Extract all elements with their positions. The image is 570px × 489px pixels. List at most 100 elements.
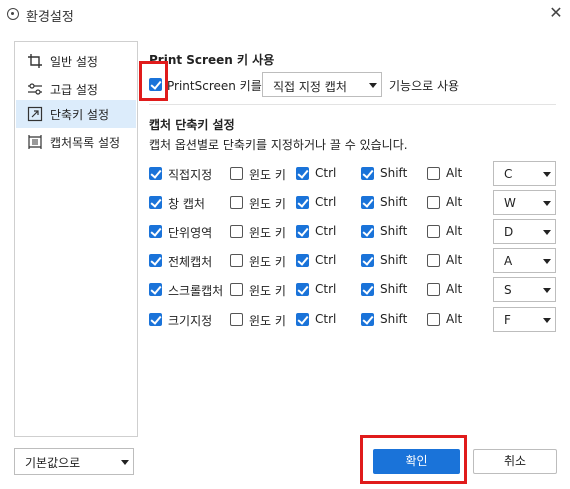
- shift-checkbox[interactable]: [361, 313, 374, 326]
- settings-sidebar: 일반 설정 고급 설정 단축키 설정 캡처목록 설정: [14, 41, 138, 437]
- shortcut-key-dropdown[interactable]: A: [493, 248, 556, 273]
- shift-checkbox[interactable]: [361, 254, 374, 267]
- shortcut-key-dropdown[interactable]: W: [493, 190, 556, 215]
- chevron-down-icon: [543, 230, 551, 235]
- alt-label: Alt: [446, 253, 463, 267]
- ctrl-checkbox[interactable]: [296, 313, 309, 326]
- ctrl-checkbox[interactable]: [296, 283, 309, 296]
- win-key-checkbox[interactable]: [230, 167, 243, 180]
- shortcut-enable-checkbox[interactable]: [149, 196, 162, 209]
- alt-label: Alt: [446, 282, 463, 296]
- win-key-checkbox[interactable]: [230, 196, 243, 209]
- win-key-label: 윈도 키: [249, 284, 286, 298]
- shortcut-key-dropdown[interactable]: D: [493, 219, 556, 244]
- ctrl-label: Ctrl: [315, 195, 337, 209]
- shortcut-enable-checkbox[interactable]: [149, 225, 162, 238]
- alt-checkbox[interactable]: [427, 196, 440, 209]
- chevron-down-icon: [543, 318, 551, 323]
- chevron-down-icon: [543, 201, 551, 206]
- reset-defaults-label: 기본값으로: [25, 456, 81, 470]
- sidebar-item-advanced[interactable]: 고급 설정: [16, 75, 136, 103]
- shift-checkbox[interactable]: [361, 196, 374, 209]
- title-bar: 환경설정 ✕: [0, 0, 570, 30]
- shortcut-key-value: S: [504, 283, 512, 297]
- shift-label: Shift: [380, 224, 408, 238]
- shortcut-enable-checkbox[interactable]: [149, 313, 162, 326]
- ctrl-checkbox[interactable]: [296, 225, 309, 238]
- ctrl-label: Ctrl: [315, 312, 337, 326]
- shortcut-key-value: F: [504, 313, 511, 327]
- shortcut-enable-checkbox[interactable]: [149, 167, 162, 180]
- alt-label: Alt: [446, 166, 463, 180]
- ctrl-label: Ctrl: [315, 253, 337, 267]
- printscreen-suffix-label: 기능으로 사용: [389, 79, 460, 93]
- sidebar-item-general[interactable]: 일반 설정: [16, 47, 136, 75]
- win-key-checkbox[interactable]: [230, 254, 243, 267]
- window-title: 환경설정: [26, 10, 74, 25]
- win-key-checkbox[interactable]: [230, 225, 243, 238]
- alt-checkbox[interactable]: [427, 225, 440, 238]
- alt-checkbox[interactable]: [427, 254, 440, 267]
- sidebar-item-label: 캡처목록 설정: [50, 136, 121, 150]
- win-key-checkbox[interactable]: [230, 313, 243, 326]
- shortcut-label: 직접지정: [168, 168, 213, 182]
- ctrl-checkbox[interactable]: [296, 196, 309, 209]
- alt-label: Alt: [446, 195, 463, 209]
- close-icon[interactable]: ✕: [545, 2, 567, 24]
- sidebar-item-label: 고급 설정: [50, 83, 98, 97]
- win-key-label: 윈도 키: [249, 197, 286, 211]
- ctrl-label: Ctrl: [315, 224, 337, 238]
- win-key-label: 윈도 키: [249, 226, 286, 240]
- alt-checkbox[interactable]: [427, 283, 440, 296]
- shortcut-key-value: C: [504, 167, 513, 181]
- shortcut-label: 스크롤캡처: [168, 284, 224, 298]
- printscreen-function-dropdown[interactable]: 직접 지정 캡처: [262, 72, 382, 97]
- sidebar-item-label: 일반 설정: [50, 55, 98, 69]
- reset-defaults-dropdown[interactable]: 기본값으로: [14, 448, 134, 475]
- win-key-checkbox[interactable]: [230, 283, 243, 296]
- chevron-down-icon: [369, 83, 377, 88]
- win-key-label: 윈도 키: [249, 255, 286, 269]
- shift-checkbox[interactable]: [361, 225, 374, 238]
- shift-label: Shift: [380, 253, 408, 267]
- chevron-down-icon: [121, 460, 129, 465]
- shortcut-label: 창 캡처: [168, 197, 205, 211]
- shift-label: Shift: [380, 195, 408, 209]
- capture-list-icon: [28, 135, 42, 149]
- win-key-label: 윈도 키: [249, 314, 286, 328]
- shortcut-label: 단위영역: [168, 226, 213, 240]
- sidebar-item-shortcuts[interactable]: 단축키 설정: [16, 100, 136, 128]
- shift-label: Shift: [380, 282, 408, 296]
- shortcut-icon: [27, 106, 43, 122]
- ctrl-label: Ctrl: [315, 282, 337, 296]
- shortcut-section-title: 캡처 단축키 설정: [149, 118, 235, 132]
- shortcut-key-dropdown[interactable]: S: [493, 277, 556, 302]
- shift-checkbox[interactable]: [361, 283, 374, 296]
- shortcut-key-dropdown[interactable]: C: [493, 161, 556, 186]
- ctrl-checkbox[interactable]: [296, 254, 309, 267]
- shortcut-key-value: A: [504, 254, 513, 268]
- chevron-down-icon: [543, 172, 551, 177]
- shortcut-label: 크기지정: [168, 314, 213, 328]
- alt-checkbox[interactable]: [427, 313, 440, 326]
- alt-checkbox[interactable]: [427, 167, 440, 180]
- shortcut-enable-checkbox[interactable]: [149, 283, 162, 296]
- shortcut-label: 전체캡처: [168, 255, 213, 269]
- shortcut-enable-checkbox[interactable]: [149, 254, 162, 267]
- shortcut-key-value: W: [504, 196, 516, 210]
- cancel-button[interactable]: 취소: [473, 449, 557, 474]
- ctrl-label: Ctrl: [315, 166, 337, 180]
- alt-label: Alt: [446, 224, 463, 238]
- sidebar-item-capture-list[interactable]: 캡처목록 설정: [16, 128, 136, 156]
- app-icon: [7, 8, 19, 20]
- crop-icon: [28, 54, 42, 68]
- chevron-down-icon: [543, 288, 551, 293]
- ctrl-checkbox[interactable]: [296, 167, 309, 180]
- section-divider: [149, 104, 556, 105]
- sidebar-item-label: 단축키 설정: [50, 108, 110, 122]
- shift-label: Shift: [380, 312, 408, 326]
- sliders-icon: [28, 83, 42, 95]
- shift-label: Shift: [380, 166, 408, 180]
- shortcut-key-dropdown[interactable]: F: [493, 307, 556, 332]
- shift-checkbox[interactable]: [361, 167, 374, 180]
